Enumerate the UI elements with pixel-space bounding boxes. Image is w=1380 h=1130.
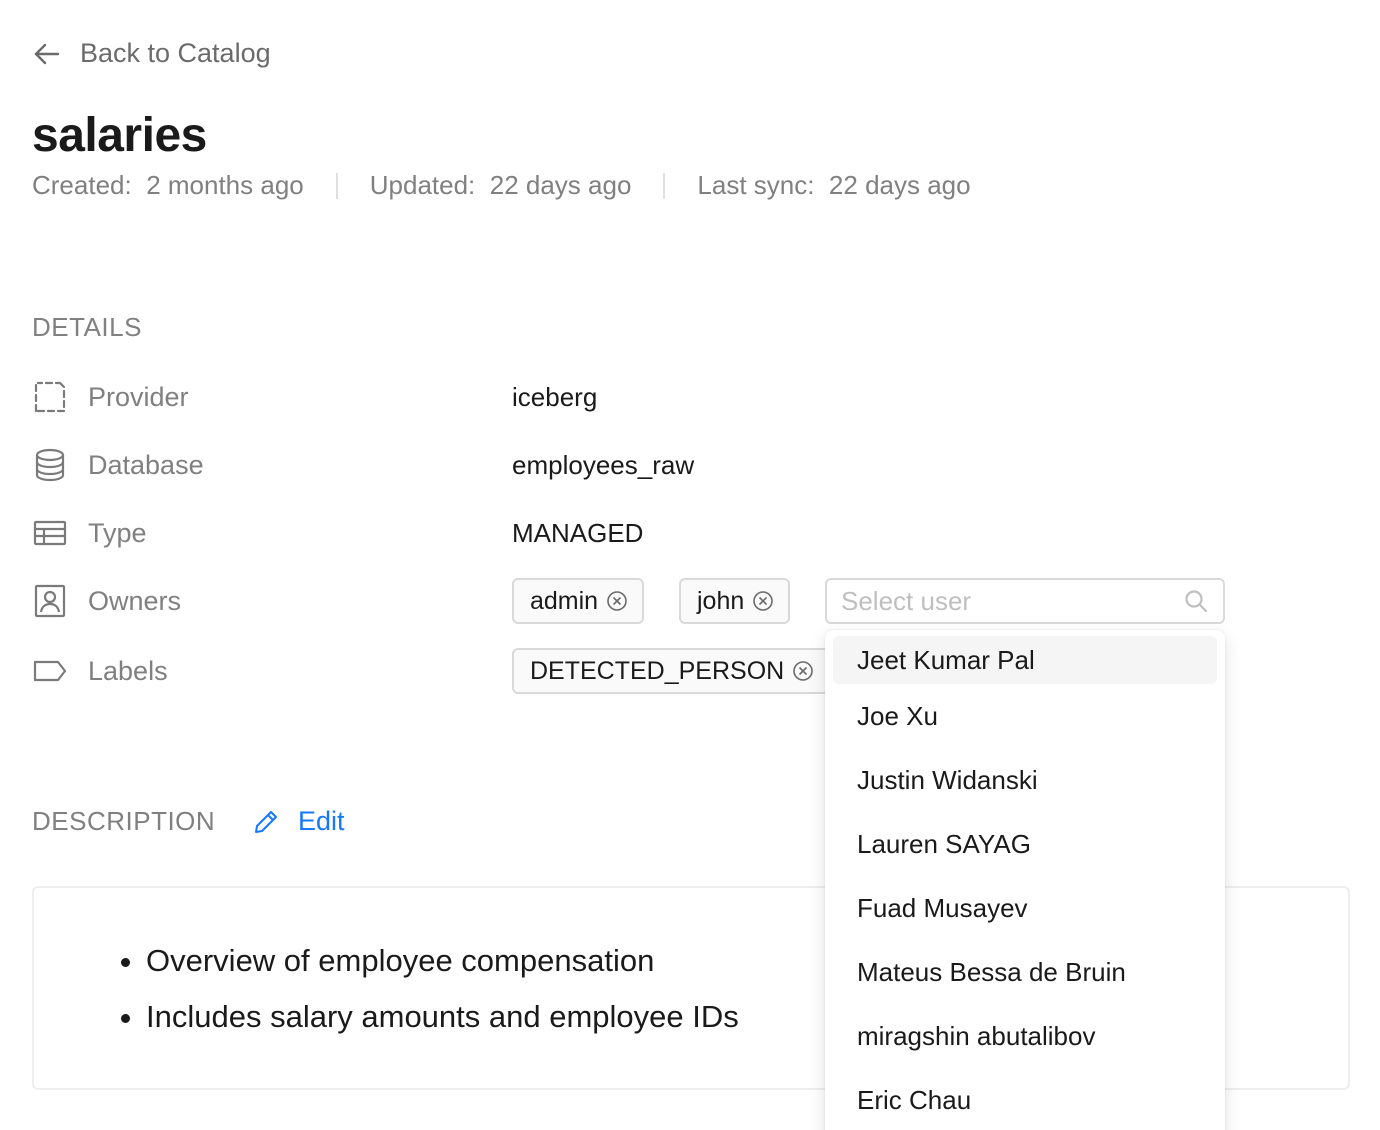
user-option[interactable]: Mateus Bessa de Bruin bbox=[833, 940, 1217, 1004]
description-list: Overview of employee compensation Includ… bbox=[146, 942, 739, 1054]
user-card-icon bbox=[32, 581, 72, 621]
owner-tag-label: john bbox=[697, 586, 745, 615]
arrow-left-icon bbox=[34, 43, 60, 64]
provider-label: Provider bbox=[88, 381, 189, 412]
updated-meta: Updated: 22 days ago bbox=[370, 170, 632, 201]
created-label: Created: bbox=[32, 170, 132, 200]
owner-tag: john bbox=[679, 578, 791, 624]
created-meta: Created: 2 months ago bbox=[32, 170, 304, 201]
sync-value: 22 days ago bbox=[828, 170, 971, 200]
owner-tag: admin bbox=[512, 578, 645, 624]
sync-label: Last sync: bbox=[697, 170, 815, 200]
sync-meta: Last sync: 22 days ago bbox=[697, 170, 970, 201]
meta-divider bbox=[663, 172, 666, 199]
database-value: employees_raw bbox=[512, 450, 695, 480]
back-to-catalog-link[interactable]: Back to Catalog bbox=[32, 38, 271, 69]
database-label: Database bbox=[88, 449, 204, 480]
details-heading: DETAILS bbox=[32, 312, 142, 342]
tag-icon bbox=[32, 651, 72, 691]
labels-label: Labels bbox=[88, 655, 168, 686]
updated-label: Updated: bbox=[369, 170, 476, 200]
description-bullet: Overview of employee compensation bbox=[146, 942, 739, 980]
description-bullet: Includes salary amounts and employee IDs bbox=[146, 998, 739, 1036]
type-label: Type bbox=[88, 517, 147, 548]
table-icon bbox=[32, 513, 72, 553]
user-option[interactable]: Joe Xu bbox=[833, 684, 1217, 748]
select-user-placeholder: Select user bbox=[841, 585, 972, 616]
user-option[interactable]: Eric Chau bbox=[833, 1068, 1217, 1130]
database-row: Database bbox=[32, 440, 204, 490]
owners-label: Owners bbox=[88, 585, 182, 616]
owner-tag-label: admin bbox=[530, 586, 599, 615]
user-option[interactable]: Justin Widanski bbox=[833, 748, 1217, 812]
user-option[interactable]: miragshin abutalibov bbox=[833, 1004, 1217, 1068]
back-link-label: Back to Catalog bbox=[80, 38, 271, 68]
meta-bar: Created: 2 months ago Updated: 22 days a… bbox=[32, 170, 971, 201]
type-row: Type bbox=[32, 508, 147, 558]
database-icon bbox=[32, 445, 72, 485]
edit-label: Edit bbox=[298, 806, 345, 836]
search-icon bbox=[1185, 590, 1208, 613]
description-heading: DESCRIPTION bbox=[32, 806, 216, 836]
label-tag: DETECTED_PERSON bbox=[512, 648, 831, 694]
provider-value: iceberg bbox=[512, 382, 598, 412]
owners-row: Owners bbox=[32, 576, 181, 626]
page-title: salaries bbox=[32, 109, 207, 162]
dashed-square-icon bbox=[32, 377, 72, 417]
meta-divider bbox=[335, 172, 338, 199]
user-option[interactable]: Fuad Musayev bbox=[833, 876, 1217, 940]
edit-description-button[interactable]: Edit bbox=[252, 806, 345, 837]
pencil-icon bbox=[255, 810, 277, 833]
label-tag-label: DETECTED_PERSON bbox=[530, 656, 785, 685]
select-user-input[interactable]: Select user bbox=[825, 578, 1225, 624]
provider-row: Provider bbox=[32, 372, 189, 422]
close-circle-icon[interactable] bbox=[606, 590, 628, 612]
user-dropdown: Jeet Kumar Pal Joe Xu Justin Widanski La… bbox=[825, 630, 1225, 1130]
close-circle-icon[interactable] bbox=[752, 590, 774, 612]
close-circle-icon[interactable] bbox=[792, 660, 814, 682]
labels-row: Labels bbox=[32, 646, 168, 696]
user-option[interactable]: Jeet Kumar Pal bbox=[833, 636, 1217, 684]
user-option[interactable]: Lauren SAYAG bbox=[833, 812, 1217, 876]
updated-value: 22 days ago bbox=[489, 170, 632, 200]
created-value: 2 months ago bbox=[146, 170, 304, 200]
type-value: MANAGED bbox=[512, 518, 644, 548]
